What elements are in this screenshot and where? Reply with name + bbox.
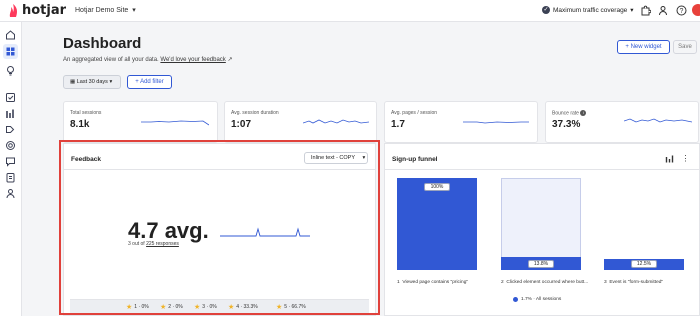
metric-card-sessions[interactable]: Total sessions 8.1k bbox=[63, 101, 218, 143]
funnel-step-3-label: 3 Event is "form-submitted" bbox=[604, 280, 694, 286]
bar-chart-icon[interactable] bbox=[665, 154, 674, 163]
funnel-step-1-label: 1 Viewed page contains "pricing" bbox=[397, 280, 495, 286]
more-options-icon[interactable]: ⋮ bbox=[681, 154, 690, 163]
chevron-down-icon: ▾ bbox=[132, 7, 136, 14]
legend-label: 1.7% · All sessions bbox=[521, 297, 562, 302]
sparkline bbox=[624, 118, 692, 123]
save-button[interactable]: Save bbox=[673, 40, 697, 54]
new-widget-button[interactable]: + New widget bbox=[617, 40, 670, 54]
help-icon[interactable]: ? bbox=[675, 5, 687, 17]
funnel-fill bbox=[397, 178, 477, 270]
step-label: Event is "form-submitted" bbox=[609, 280, 664, 285]
sparkline bbox=[463, 121, 529, 124]
metric-card-pages-per-session[interactable]: Avg. pages / session 1.7 bbox=[384, 101, 538, 143]
calendar-icon: ▦ bbox=[70, 79, 76, 85]
info-icon[interactable]: i bbox=[580, 110, 587, 116]
hotjar-logo[interactable]: hotjar bbox=[8, 3, 66, 18]
puzzle-icon[interactable] bbox=[639, 5, 651, 17]
logo-text: hotjar bbox=[22, 3, 67, 18]
chat-icon[interactable] bbox=[5, 156, 16, 167]
step-label: Clicked element occurred where butt... bbox=[506, 280, 589, 285]
funnel-title: Sign-up funnel bbox=[392, 156, 438, 163]
chevron-down-icon: ▾ bbox=[630, 7, 634, 14]
metric-value: 1:07 bbox=[231, 119, 252, 130]
step-number: 3 bbox=[604, 280, 607, 285]
metric-value: 8.1k bbox=[70, 119, 90, 130]
site-selector[interactable]: Hotjar Demo Site ▾ bbox=[75, 6, 136, 15]
feedback-link[interactable]: We'd love your feedback bbox=[160, 57, 225, 63]
date-range-selector[interactable]: ▦ Last 30 days ▾ bbox=[63, 75, 121, 89]
external-link-icon: ↗ bbox=[227, 57, 233, 63]
metric-label: Avg. session duration bbox=[231, 110, 279, 116]
metric-value: 1.7 bbox=[391, 119, 405, 130]
funnel-track bbox=[604, 178, 684, 270]
metric-label-row: Bounce rate i bbox=[552, 110, 587, 117]
checklist-icon[interactable] bbox=[5, 92, 16, 103]
target-icon[interactable] bbox=[5, 140, 16, 151]
recordings-icon[interactable] bbox=[5, 124, 16, 135]
user-add-icon[interactable] bbox=[657, 5, 669, 17]
funnel-step-3-bar[interactable]: 12.5% bbox=[604, 178, 684, 270]
site-name: Hotjar Demo Site bbox=[75, 6, 129, 14]
caret-down-icon: ▾ bbox=[109, 79, 113, 85]
home-icon[interactable] bbox=[5, 29, 16, 40]
funnel-percent: 13.8% bbox=[528, 260, 554, 268]
funnel-percent: 12.5% bbox=[631, 260, 657, 268]
metric-card-session-duration[interactable]: Avg. session duration 1:07 bbox=[224, 101, 377, 143]
step-label: Viewed page contains "pricing" bbox=[402, 280, 469, 285]
left-nav bbox=[0, 22, 22, 316]
svg-text:?: ? bbox=[679, 8, 683, 15]
metric-value: 37.3% bbox=[552, 119, 581, 130]
metric-card-bounce-rate[interactable]: Bounce rate i 37.3% bbox=[545, 101, 699, 143]
hotjar-flame-icon bbox=[9, 3, 17, 17]
coverage-label: Maximum traffic coverage bbox=[553, 6, 628, 14]
step-number: 1 bbox=[397, 280, 400, 285]
lightbulb-icon[interactable] bbox=[5, 65, 16, 76]
funnel-step-2-label: 2 Clicked element occurred where butt... bbox=[501, 280, 601, 286]
subtitle-text: An aggregated view of all your data. bbox=[63, 57, 159, 63]
legend-dot bbox=[513, 297, 518, 302]
funnel-track bbox=[501, 178, 581, 270]
check-circle-icon: ✓ bbox=[542, 6, 550, 14]
funnel-step-1-bar[interactable]: 100% bbox=[397, 178, 477, 270]
survey-icon[interactable] bbox=[5, 172, 16, 183]
page-title: Dashboard bbox=[63, 35, 142, 52]
sparkline bbox=[303, 119, 369, 124]
divider bbox=[385, 169, 700, 170]
funnel-step-2-bar[interactable]: 13.8% bbox=[501, 178, 581, 270]
step-number: 2 bbox=[501, 280, 504, 285]
users-icon[interactable] bbox=[5, 188, 16, 199]
top-bar: hotjar Hotjar Demo Site ▾ ✓ Maximum traf… bbox=[0, 0, 700, 22]
signup-funnel-widget: Sign-up funnel ⋮ 100% 13.8% 12.5% 1 View… bbox=[384, 143, 700, 316]
dashboard-icon[interactable] bbox=[3, 44, 18, 59]
funnel-percent: 100% bbox=[424, 183, 450, 191]
sparkline bbox=[141, 120, 209, 126]
avatar[interactable] bbox=[692, 4, 700, 16]
traffic-coverage-selector[interactable]: ✓ Maximum traffic coverage ▾ bbox=[542, 6, 634, 14]
add-filter-button[interactable]: + Add filter bbox=[127, 75, 172, 89]
metric-label: Bounce rate bbox=[552, 110, 579, 117]
metric-label: Avg. pages / session bbox=[391, 110, 438, 116]
bar-chart-icon[interactable] bbox=[5, 108, 16, 119]
date-range-label: Last 30 days bbox=[76, 79, 108, 85]
metric-label: Total sessions bbox=[70, 110, 102, 116]
funnel-legend: 1.7% · All sessions bbox=[513, 297, 561, 302]
feedback-highlight-box bbox=[59, 140, 380, 315]
page-subtitle: An aggregated view of all your data. We'… bbox=[63, 56, 233, 63]
